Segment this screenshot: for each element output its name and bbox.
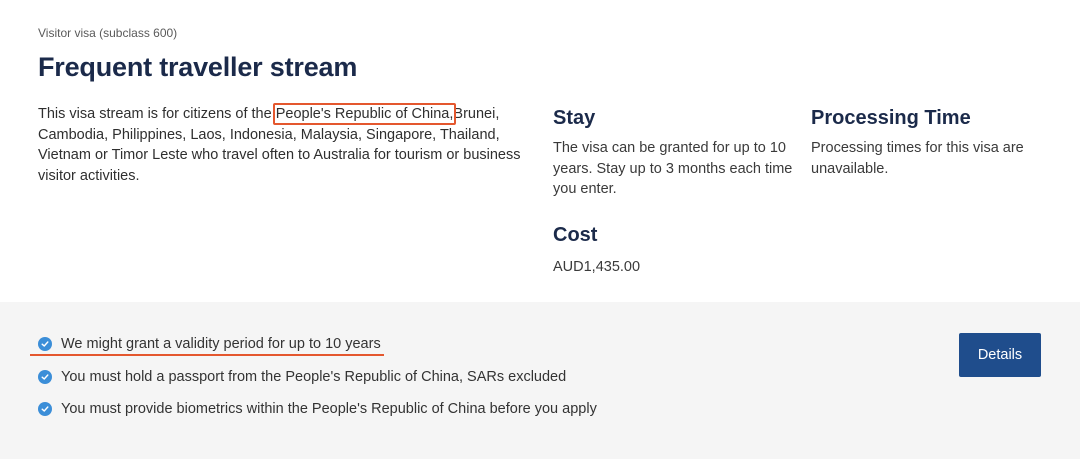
page-title: Frequent traveller stream — [38, 52, 358, 82]
requirement-item: We might grant a validity period for up … — [38, 336, 381, 352]
description-text-start: This visa stream is for citizens of the — [38, 106, 276, 122]
visa-subclass-label: Visitor visa (subclass 600) — [38, 26, 178, 40]
check-circle-icon — [38, 337, 52, 351]
annotation-underline — [30, 354, 384, 356]
requirement-text: You must hold a passport from the People… — [61, 369, 567, 385]
check-circle-icon — [38, 402, 52, 416]
requirements-panel: We might grant a validity period for up … — [0, 302, 1080, 459]
requirement-item: You must hold a passport from the People… — [38, 369, 566, 385]
stay-heading: Stay — [553, 107, 596, 129]
details-button[interactable]: Details — [959, 333, 1041, 377]
requirement-text: You must provide biometrics within the P… — [61, 401, 597, 417]
processing-time-heading: Processing Time — [811, 107, 971, 129]
visa-summary-section: Visitor visa (subclass 600) Frequent tra… — [0, 0, 1080, 302]
cost-heading: Cost — [553, 224, 598, 246]
check-circle-icon — [38, 370, 52, 384]
requirement-text: We might grant a validity period for up … — [61, 336, 381, 352]
requirement-item: You must provide biometrics within the P… — [38, 401, 597, 417]
highlighted-country: People's Republic of China, — [275, 106, 454, 122]
stay-text: The visa can be granted for up to 10 yea… — [553, 140, 793, 197]
cost-value: AUD1,435.00 — [553, 259, 641, 275]
processing-time-text: Processing times for this visa are unava… — [811, 140, 1024, 177]
stream-description: This visa stream is for citizens of the … — [38, 104, 538, 186]
